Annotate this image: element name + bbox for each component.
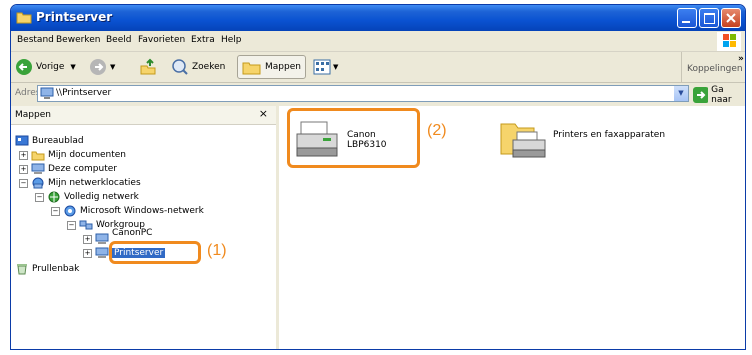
title-bar[interactable]: Printserver bbox=[11, 5, 745, 31]
windows-logo-icon bbox=[717, 32, 741, 51]
recycle-bin-icon bbox=[17, 264, 27, 275]
maximize-button[interactable] bbox=[699, 8, 719, 28]
tree-item-prullenbak[interactable]: Prullenbak bbox=[15, 262, 79, 276]
tree-item-volledig-netwerk[interactable]: − Volledig netwerk bbox=[35, 190, 139, 204]
menu-help[interactable]: Help bbox=[221, 35, 242, 45]
collapse-toggle[interactable]: − bbox=[67, 220, 76, 230]
forward-button[interactable]: ▼ bbox=[89, 57, 115, 77]
collapse-toggle[interactable]: − bbox=[19, 178, 28, 188]
tree-label: Prullenbak bbox=[32, 264, 80, 274]
tree-item-bureaublad[interactable]: Bureaublad bbox=[15, 134, 84, 148]
chevron-down-icon[interactable]: ▼ bbox=[333, 63, 338, 71]
expand-toggle[interactable]: + bbox=[19, 164, 28, 174]
expand-toggle[interactable]: + bbox=[83, 234, 92, 244]
collapse-toggle[interactable]: − bbox=[35, 192, 44, 202]
computer-icon bbox=[95, 233, 109, 244]
expand-toggle[interactable]: + bbox=[83, 248, 92, 258]
tree-label: Deze computer bbox=[48, 164, 117, 174]
search-button[interactable]: Zoeken bbox=[171, 57, 225, 77]
menu-bewerken[interactable]: Bewerken bbox=[56, 35, 100, 45]
back-arrow-icon bbox=[16, 59, 32, 75]
tree-label: Microsoft Windows-netwerk bbox=[80, 206, 204, 216]
go-label: Ga naar bbox=[711, 85, 732, 105]
chevron-down-icon[interactable]: ▼ bbox=[110, 63, 115, 71]
tree-label: Mijn documenten bbox=[48, 150, 126, 160]
desktop-icon bbox=[15, 135, 29, 146]
back-label: Vorige bbox=[36, 62, 65, 72]
callout-number-2: (2) bbox=[427, 122, 447, 139]
minimize-button[interactable] bbox=[677, 8, 697, 28]
tree-item-mijn-netwerklocaties[interactable]: − Mijn netwerklocaties bbox=[19, 176, 141, 190]
address-value: \\Printserver bbox=[56, 88, 112, 98]
expand-toggle[interactable]: + bbox=[19, 150, 28, 160]
folders-button[interactable]: Mappen bbox=[237, 55, 306, 79]
menu-beeld[interactable]: Beeld bbox=[106, 35, 131, 45]
explorer-window: Printserver Bestand Bewerken Beeld Favor… bbox=[10, 4, 746, 350]
tree-label: Bureaublad bbox=[32, 136, 84, 146]
folders-pane: Mappen × Bureaublad + Mijn documenten + … bbox=[11, 106, 279, 349]
tree-item-microsoft-windows-netwerk[interactable]: − Microsoft Windows-netwerk bbox=[51, 204, 204, 218]
chevron-down-icon[interactable]: ▼ bbox=[70, 63, 75, 71]
printers-folder-icon bbox=[500, 123, 546, 158]
folders-icon bbox=[242, 62, 261, 75]
menu-extra[interactable]: Extra bbox=[191, 35, 215, 45]
up-folder-button[interactable] bbox=[139, 57, 157, 77]
views-button[interactable]: ▼ bbox=[313, 57, 338, 77]
printer-label: Canon LBP6310 bbox=[347, 130, 387, 150]
address-input[interactable]: \\Printserver ▼ bbox=[37, 85, 689, 102]
callout-number-1: (1) bbox=[207, 242, 227, 259]
links-label[interactable]: Koppelingen bbox=[687, 64, 743, 74]
toolbar-chevron[interactable]: » bbox=[738, 54, 744, 64]
close-icon bbox=[726, 13, 736, 23]
printers-and-faxes-item[interactable]: Printers en faxapparaten bbox=[499, 114, 699, 164]
computer-icon bbox=[40, 87, 54, 99]
callout-box-1 bbox=[109, 241, 201, 264]
tree-item-mijn-documenten[interactable]: + Mijn documenten bbox=[19, 148, 126, 162]
tree-item-deze-computer[interactable]: + Deze computer bbox=[19, 162, 117, 176]
entire-network-icon bbox=[48, 191, 60, 203]
forward-arrow-icon bbox=[90, 59, 106, 75]
tree-label: Volledig netwerk bbox=[64, 192, 139, 202]
window-title: Printserver bbox=[36, 10, 113, 24]
printers-folder-label: Printers en faxapparaten bbox=[553, 130, 666, 140]
content-pane: (2) Canon LBP6310 Printers en faxapparat… bbox=[279, 106, 745, 349]
menu-bar: Bestand Bewerken Beeld Favorieten Extra … bbox=[11, 31, 745, 52]
collapse-toggle[interactable]: − bbox=[51, 206, 60, 216]
computer-icon bbox=[31, 163, 45, 174]
menu-favorieten[interactable]: Favorieten bbox=[138, 35, 185, 45]
up-folder-icon bbox=[140, 58, 156, 75]
folders-pane-header: Mappen × bbox=[11, 106, 276, 125]
toolbar: Vorige ▼ ▼ Zoeken Mappen ▼ Koppelingen » bbox=[11, 52, 745, 83]
computer-icon bbox=[95, 247, 109, 258]
network-places-icon bbox=[32, 177, 44, 189]
views-icon bbox=[313, 59, 331, 75]
folders-label: Mappen bbox=[265, 62, 301, 72]
go-button[interactable]: Ga naar bbox=[693, 85, 745, 105]
chevron-down-icon[interactable]: ▼ bbox=[674, 86, 688, 101]
tree-label: Mijn netwerklocaties bbox=[48, 178, 141, 188]
back-button[interactable]: Vorige ▼ bbox=[15, 57, 76, 77]
folders-pane-title: Mappen bbox=[15, 110, 51, 120]
windows-network-icon bbox=[64, 205, 76, 217]
address-bar: Adres \\Printserver ▼ Ga naar bbox=[11, 83, 745, 105]
close-pane-button[interactable]: × bbox=[259, 107, 268, 120]
printer-item-canon-lbp6310[interactable]: Canon LBP6310 bbox=[293, 114, 417, 164]
search-label: Zoeken bbox=[192, 62, 226, 72]
tree-label: CanonPC bbox=[112, 228, 153, 238]
workgroup-icon bbox=[79, 220, 93, 230]
folder-icon bbox=[31, 151, 45, 161]
folder-icon bbox=[16, 12, 32, 24]
toolbar-separator bbox=[681, 52, 682, 82]
close-button[interactable] bbox=[721, 8, 741, 28]
printer-icon bbox=[296, 121, 338, 157]
go-arrow-icon bbox=[693, 87, 709, 103]
search-icon bbox=[172, 59, 188, 75]
menu-bestand[interactable]: Bestand bbox=[17, 35, 54, 45]
